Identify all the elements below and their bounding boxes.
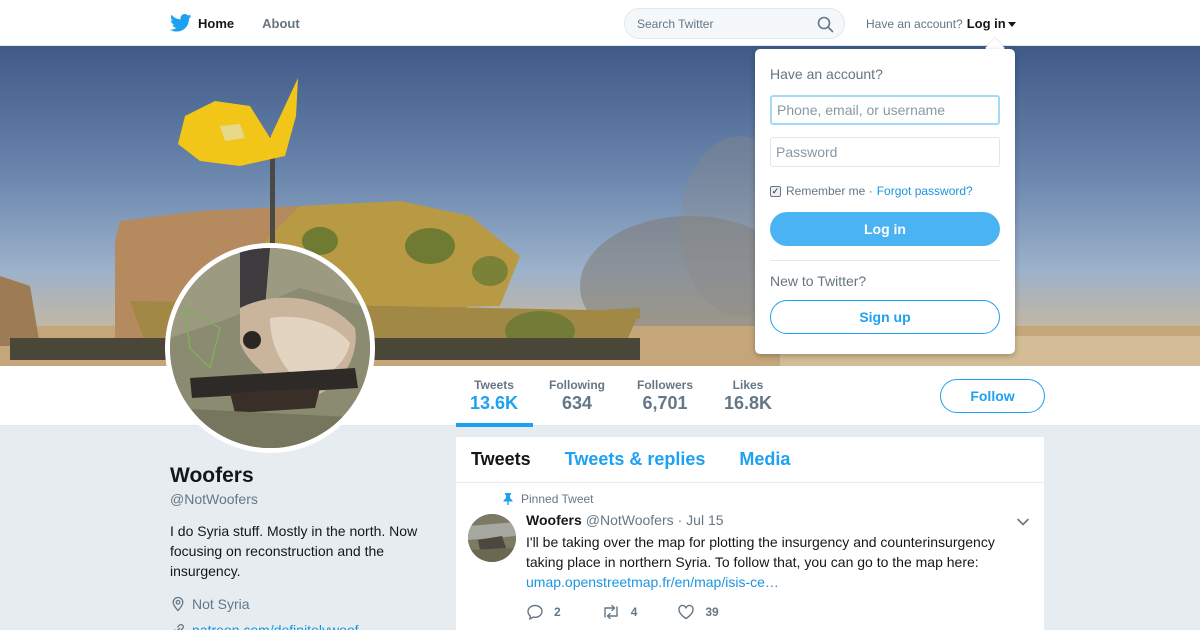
profile-avatar[interactable] bbox=[165, 243, 375, 453]
profile-bio: I do Syria stuff. Mostly in the north. N… bbox=[170, 523, 418, 579]
stat-label: Followers bbox=[636, 378, 693, 392]
tweet-body: I'll be taking over the map for plotting… bbox=[526, 534, 995, 570]
chevron-down-icon[interactable] bbox=[1007, 22, 1016, 27]
retweet-count: 4 bbox=[630, 605, 638, 619]
profile-name[interactable]: Woofers bbox=[170, 464, 254, 488]
login-dropdown-toggle[interactable]: Log in bbox=[967, 16, 1006, 31]
tweet-link[interactable]: umap.openstreetmap.fr/en/map/isis-ce… bbox=[526, 574, 779, 590]
follow-button[interactable]: Follow bbox=[940, 379, 1045, 413]
username-field[interactable] bbox=[770, 95, 1000, 125]
active-stat-underline bbox=[456, 423, 533, 427]
forgot-password-link[interactable]: Forgot password? bbox=[877, 184, 973, 198]
stat-followers[interactable]: Followers 6,701 bbox=[636, 378, 694, 414]
stat-value: 13.6K bbox=[470, 393, 519, 413]
tweet-actions: 2 4 39 bbox=[526, 603, 759, 621]
retweet-icon[interactable] bbox=[601, 603, 621, 621]
login-dropdown: Have an account? ✓ Remember me · Forgot … bbox=[755, 49, 1015, 354]
tweet-header: Woofers @NotWoofers · Jul 15 bbox=[526, 512, 724, 528]
stat-value: 6,701 bbox=[642, 393, 688, 413]
stat-label: Tweets bbox=[474, 378, 514, 392]
stat-label: Likes bbox=[732, 378, 764, 392]
signup-button[interactable]: Sign up bbox=[770, 300, 1000, 334]
search-icon[interactable] bbox=[817, 16, 834, 33]
tweet-text: I'll be taking over the map for plotting… bbox=[526, 532, 1006, 592]
nav-home-link[interactable]: Home bbox=[198, 16, 234, 31]
tweet-author-name[interactable]: Woofers bbox=[526, 512, 582, 528]
pin-icon bbox=[503, 493, 513, 505]
pinned-tweet[interactable]: Pinned Tweet Woofers @NotWoofers · Jul 1… bbox=[456, 483, 1044, 630]
tab-tweets[interactable]: Tweets bbox=[471, 449, 531, 470]
remember-row: ✓ Remember me · Forgot password? bbox=[770, 184, 973, 198]
nav-left-group: Home About bbox=[170, 0, 328, 46]
have-account-text: Have an account? bbox=[866, 16, 963, 31]
reply-icon[interactable] bbox=[526, 603, 544, 621]
profile-website[interactable]: patreon.com/definitelywoof bbox=[170, 622, 359, 630]
twitter-bird-icon[interactable] bbox=[170, 12, 192, 34]
retweet-button[interactable]: 4 bbox=[601, 603, 638, 621]
stat-following[interactable]: Following 634 bbox=[548, 378, 606, 414]
location-icon bbox=[172, 596, 184, 612]
profile-location: Not Syria bbox=[170, 596, 250, 612]
tweet-author-handle[interactable]: @NotWoofers bbox=[586, 512, 674, 528]
search-input[interactable]: Search Twitter bbox=[637, 17, 713, 31]
dropdown-divider bbox=[770, 260, 1000, 261]
stat-tweets[interactable]: Tweets 13.6K bbox=[470, 378, 518, 414]
dropdown-title: Have an account? bbox=[770, 66, 883, 82]
tweet-avatar[interactable] bbox=[468, 514, 516, 562]
tweet-date[interactable]: · Jul 15 bbox=[678, 512, 724, 528]
account-menu: Have an account? Log in bbox=[866, 16, 1016, 31]
reply-button[interactable]: 2 bbox=[526, 603, 561, 621]
tab-tweets-replies[interactable]: Tweets & replies bbox=[565, 449, 706, 470]
chevron-down-icon[interactable] bbox=[1016, 515, 1030, 529]
like-icon[interactable] bbox=[677, 603, 695, 621]
pinned-label: Pinned Tweet bbox=[521, 492, 594, 506]
stat-value: 16.8K bbox=[724, 393, 773, 413]
timeline: Tweets Tweets & replies Media Pinned Twe… bbox=[456, 437, 1044, 630]
profile-handle[interactable]: @NotWoofers bbox=[170, 491, 258, 507]
timeline-tabs: Tweets Tweets & replies Media bbox=[456, 437, 1044, 483]
like-button[interactable]: 39 bbox=[677, 603, 719, 621]
link-icon bbox=[174, 623, 184, 630]
remember-label: Remember me · bbox=[786, 184, 873, 198]
search-box[interactable]: Search Twitter bbox=[624, 8, 845, 39]
avatar-image bbox=[170, 248, 370, 448]
stat-likes[interactable]: Likes 16.8K bbox=[724, 378, 772, 414]
password-field[interactable] bbox=[770, 137, 1000, 167]
login-button[interactable]: Log in bbox=[770, 212, 1000, 246]
remember-me-checkbox[interactable]: ✓ bbox=[770, 185, 781, 197]
location-text: Not Syria bbox=[192, 596, 250, 612]
nav-about-link[interactable]: About bbox=[262, 16, 300, 31]
website-link[interactable]: patreon.com/definitelywoof bbox=[192, 622, 359, 630]
pinned-indicator: Pinned Tweet bbox=[503, 492, 594, 506]
new-to-twitter-text: New to Twitter? bbox=[770, 273, 867, 289]
tab-media[interactable]: Media bbox=[739, 449, 790, 470]
top-navigation: Home About Search Twitter Have an accoun… bbox=[0, 0, 1200, 46]
like-count: 39 bbox=[705, 605, 719, 619]
reply-count: 2 bbox=[554, 605, 561, 619]
stat-label: Following bbox=[549, 378, 605, 392]
stat-value: 634 bbox=[561, 393, 593, 413]
